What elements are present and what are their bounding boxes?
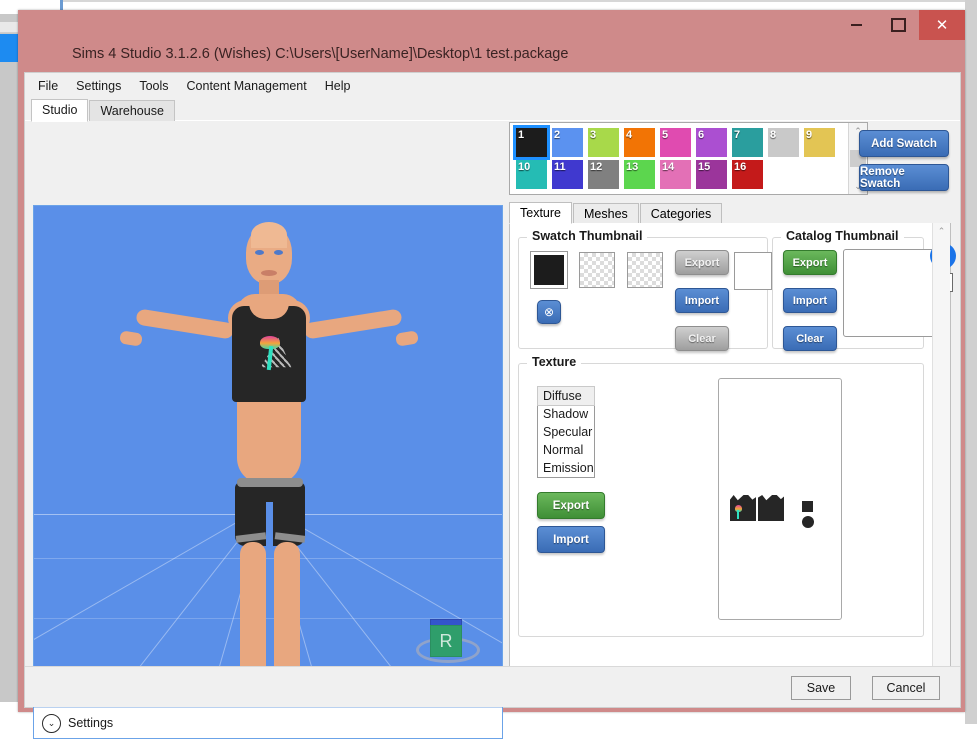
inner-tabstrip: Texture Meshes Categories xyxy=(509,201,949,224)
swatch-15[interactable]: 15 xyxy=(696,160,727,189)
catalog-thumbnail-group: Catalog Thumbnail Export Import Clear xyxy=(772,229,945,351)
swatch-1[interactable]: 1 xyxy=(513,125,550,160)
swatch-3[interactable]: 3 xyxy=(588,128,619,157)
texture-preview[interactable] xyxy=(718,378,842,620)
texture-item-normal[interactable]: Normal xyxy=(538,441,594,459)
swatch-11[interactable]: 11 xyxy=(552,160,583,189)
menu-item-file[interactable]: File xyxy=(29,75,67,97)
swatch-grid: 1 2 3 4 5 6 7 8 9 10 11 12 13 14 15 16 xyxy=(510,123,848,194)
minimize-icon xyxy=(850,24,862,26)
catalog-thumbnail-export-button[interactable]: Export xyxy=(783,250,837,275)
catalog-thumbnail-clear-button[interactable]: Clear xyxy=(783,326,837,351)
swatch-thumbnail-group: Swatch Thumbnail ⊗ Export Import Clear xyxy=(518,229,772,351)
menu-bar: File Settings Tools Content Management H… xyxy=(25,73,960,99)
swatch-8[interactable]: 8 xyxy=(768,128,799,157)
swatch-9[interactable]: 9 xyxy=(804,128,835,157)
tab-warehouse[interactable]: Warehouse xyxy=(89,100,175,122)
viewport-settings-label: Settings xyxy=(68,716,114,730)
right-column: 1 2 3 4 5 6 7 8 9 10 11 12 13 14 15 16 ⌃… xyxy=(509,121,956,707)
catalog-thumbnail-preview[interactable] xyxy=(843,249,945,337)
swatch-10[interactable]: 10 xyxy=(516,160,547,189)
title-bar: ✕ xyxy=(18,10,965,48)
swatch-12[interactable]: 12 xyxy=(588,160,619,189)
panel-scroll-up-icon[interactable]: ⌃ xyxy=(933,223,950,240)
texture-tab-panel: Swatch Thumbnail ⊗ Export Import Clear C… xyxy=(509,223,956,702)
cancel-button[interactable]: Cancel xyxy=(872,676,940,700)
viewport-canvas[interactable]: R xyxy=(34,206,502,707)
texture-legend: Texture xyxy=(527,355,582,369)
maximize-button[interactable] xyxy=(877,10,919,40)
menu-item-tools[interactable]: Tools xyxy=(130,75,177,97)
swatch-thumbnail-clear-button[interactable]: Clear xyxy=(675,326,729,351)
swatch-7[interactable]: 7 xyxy=(732,128,763,157)
main-tabstrip: Studio Warehouse xyxy=(25,99,960,122)
gizmo-cube: R xyxy=(430,625,462,657)
texture-item-shadow[interactable]: Shadow xyxy=(538,405,594,423)
swatch-thumb-preview-2[interactable] xyxy=(579,252,615,288)
tab-meshes[interactable]: Meshes xyxy=(573,203,639,224)
tab-categories[interactable]: Categories xyxy=(639,203,723,224)
chevron-down-icon: ⌄ xyxy=(42,713,61,733)
tab-studio[interactable]: Studio xyxy=(31,99,89,122)
swatch-thumbnail-legend: Swatch Thumbnail xyxy=(527,229,648,243)
content-area: R ⌄ Settings 1 2 3 4 5 6 7 8 9 10 11 12 … xyxy=(25,121,960,739)
add-swatch-button[interactable]: Add Swatch xyxy=(859,130,949,157)
catalog-thumbnail-import-button[interactable]: Import xyxy=(783,288,837,313)
model-viewport[interactable]: R ⌄ Settings xyxy=(33,205,503,739)
swatch-thumbnail-result[interactable] xyxy=(734,252,772,290)
background-window-titlebar xyxy=(0,0,20,14)
close-icon: ✕ xyxy=(935,16,949,34)
remove-swatch-button[interactable]: Remove Swatch xyxy=(859,164,949,191)
texture-item-diffuse[interactable]: Diffuse xyxy=(537,386,595,406)
swatch-13[interactable]: 13 xyxy=(624,160,655,189)
sims4studio-window: ✕ Sims 4 Studio 3.1.2.6 (Wishes) C:\User… xyxy=(18,10,965,739)
swatch-6[interactable]: 6 xyxy=(696,128,727,157)
swatch-14[interactable]: 14 xyxy=(660,160,691,189)
swatch-thumb-preview-3[interactable] xyxy=(627,252,663,288)
texture-type-list[interactable]: Diffuse Shadow Specular Normal Emission xyxy=(537,386,595,478)
texture-panel-scrollbar[interactable]: ⌃ ⌄ xyxy=(932,223,950,701)
texture-group: Texture Diffuse Shadow Specular Normal E… xyxy=(518,355,924,637)
background-window-top-divider xyxy=(63,0,977,2)
swatch-thumbnail-import-button[interactable]: Import xyxy=(675,288,729,313)
swatch-thumbnail-export-button[interactable]: Export xyxy=(675,250,729,275)
texture-item-emission[interactable]: Emission xyxy=(538,459,594,477)
maximize-icon xyxy=(890,18,906,32)
save-button[interactable]: Save xyxy=(791,676,851,700)
texture-export-button[interactable]: Export xyxy=(537,492,605,519)
swatch-5[interactable]: 5 xyxy=(660,128,691,157)
minimize-button[interactable] xyxy=(835,10,877,40)
swatch-list[interactable]: 1 2 3 4 5 6 7 8 9 10 11 12 13 14 15 16 ⌃… xyxy=(509,122,868,195)
catalog-thumbnail-legend: Catalog Thumbnail xyxy=(781,229,904,243)
sim-model xyxy=(118,220,419,700)
rotation-gizmo[interactable]: R xyxy=(416,619,480,665)
client-area: File Settings Tools Content Management H… xyxy=(24,72,961,739)
swatch-4[interactable]: 4 xyxy=(624,128,655,157)
reset-swatch-icon[interactable]: ⊗ xyxy=(537,300,561,324)
swatch-panel: 1 2 3 4 5 6 7 8 9 10 11 12 13 14 15 16 ⌃… xyxy=(509,122,949,197)
menu-item-settings[interactable]: Settings xyxy=(67,75,130,97)
window-title: Sims 4 Studio 3.1.2.6 (Wishes) C:\Users\… xyxy=(72,46,569,62)
swatch-2[interactable]: 2 xyxy=(552,128,583,157)
background-right-panel xyxy=(965,0,977,724)
texture-import-button[interactable]: Import xyxy=(537,526,605,553)
menu-item-content-management[interactable]: Content Management xyxy=(178,75,316,97)
window-controls: ✕ xyxy=(835,10,965,40)
tab-texture[interactable]: Texture xyxy=(509,202,572,224)
menu-item-help[interactable]: Help xyxy=(316,75,360,97)
swatch-thumb-preview-1[interactable] xyxy=(530,251,568,289)
background-window-blue-tab xyxy=(0,34,20,62)
viewport-settings-bar[interactable]: ⌄ Settings xyxy=(34,707,502,738)
swatch-16[interactable]: 16 xyxy=(732,160,763,189)
close-button[interactable]: ✕ xyxy=(919,10,965,40)
texture-item-specular[interactable]: Specular xyxy=(538,423,594,441)
footer-bar: Save Cancel xyxy=(25,666,960,707)
